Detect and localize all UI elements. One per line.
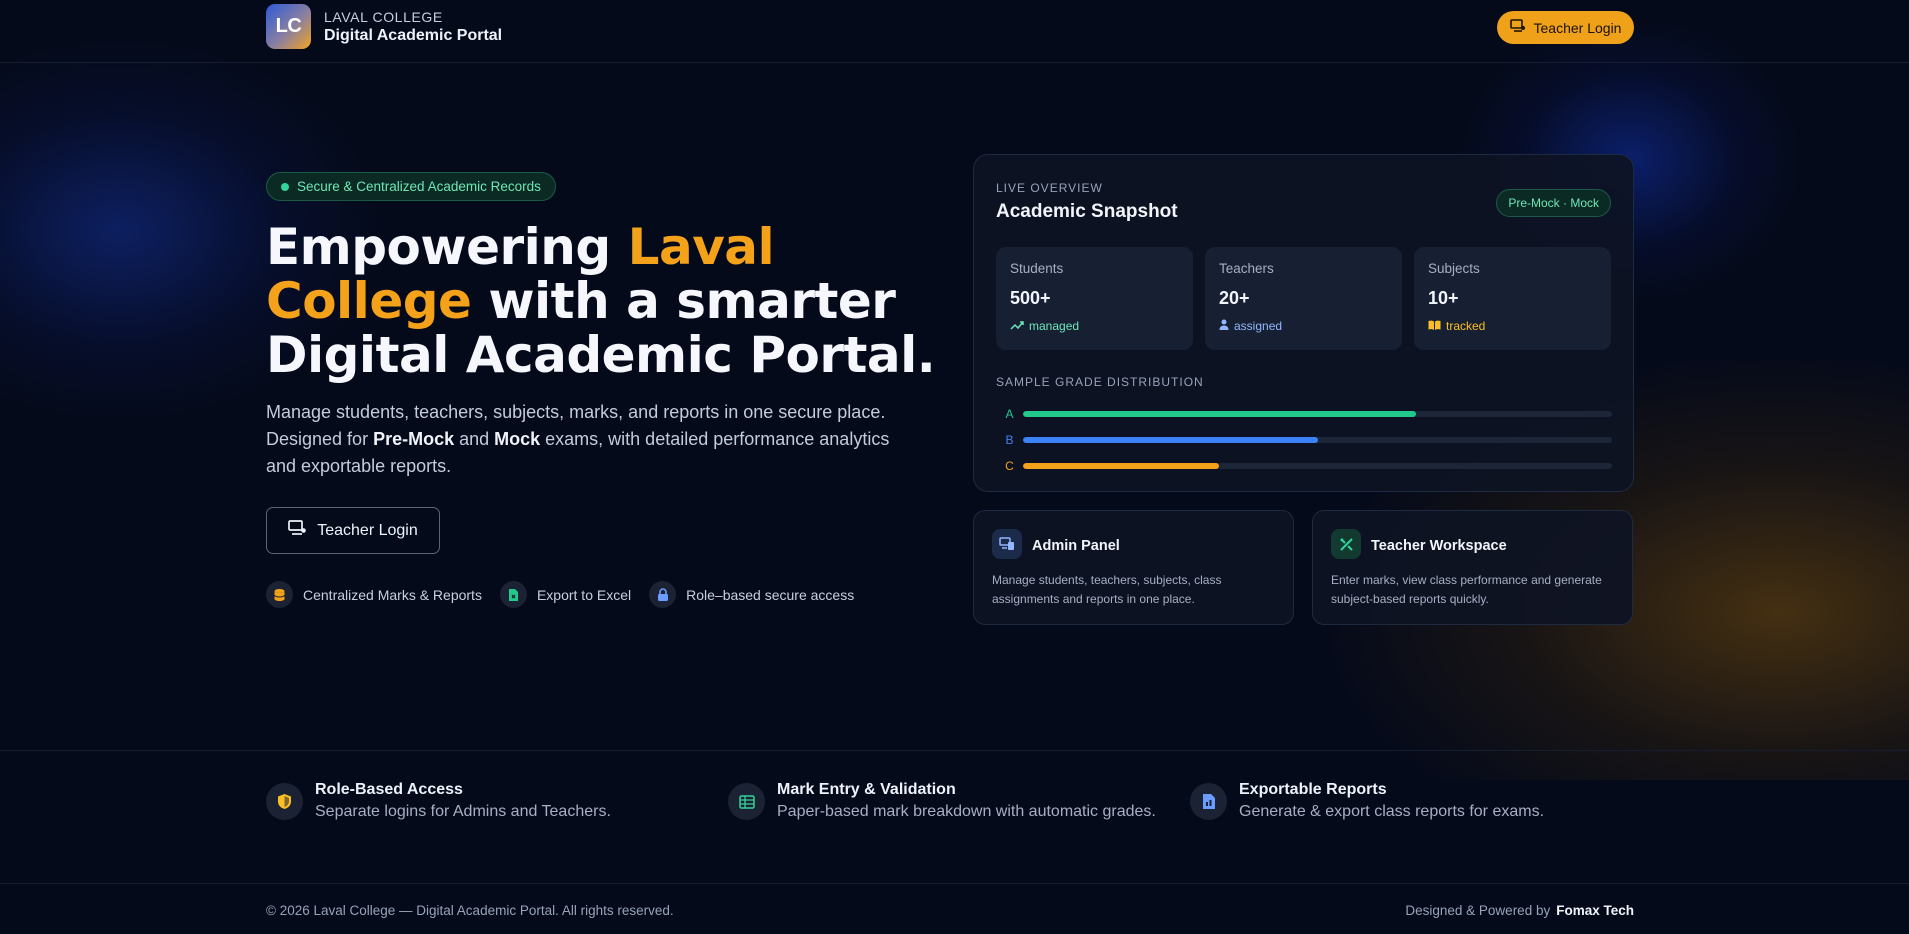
band-description: Generate & export class reports for exam… [1239, 803, 1545, 820]
hero-login-label: Teacher Login [317, 521, 418, 539]
grade-bar-track [1023, 437, 1612, 443]
shield-icon [266, 783, 303, 820]
grade-bar-fill [1023, 437, 1318, 443]
stats-row: Students 500+ managed Teachers 20+ assig… [996, 247, 1611, 350]
grade-distribution-title: SAMPLE GRADE DISTRIBUTION [996, 375, 1204, 389]
band-title: Mark Entry & Validation [777, 781, 956, 798]
hero-desc-mock: Mock [494, 429, 541, 449]
grade-letter: A [1005, 407, 1014, 421]
header-teacher-login-button[interactable]: Teacher Login [1497, 11, 1634, 44]
grade-letter: C [1005, 459, 1014, 473]
band-title: Exportable Reports [1239, 781, 1387, 798]
hero-desc-mid: and [454, 429, 495, 449]
grade-bar-fill [1023, 411, 1416, 417]
panel-title: Teacher Workspace [1371, 538, 1507, 554]
grade-row: B [996, 433, 1612, 447]
feature-secure-access: Role–based secure access [649, 581, 854, 608]
feature-export-excel: Export to Excel [499, 581, 632, 608]
band-item-role-access: Role-Based Access Separate logins for Ad… [266, 781, 611, 821]
site-header: LC LAVAL COLLEGE Digital Academic Portal… [0, 0, 1909, 63]
snapshot-kicker: LIVE OVERVIEW [996, 181, 1103, 195]
excel-file-icon [499, 581, 527, 608]
status-dot-icon [281, 182, 289, 191]
academic-snapshot-card: LIVE OVERVIEW Academic Snapshot Pre-Mock… [973, 154, 1634, 492]
panel-description: Manage students, teachers, subjects, cla… [992, 573, 1222, 606]
stat-sub: assigned [1219, 319, 1388, 333]
grade-letter: B [1005, 433, 1014, 447]
stat-value: 500+ [1010, 288, 1051, 308]
login-icon [288, 520, 307, 541]
band-description: Paper-based mark breakdown with automati… [777, 803, 1156, 820]
stat-sub-label: assigned [1234, 319, 1283, 333]
hero-title: Empowering Laval College with a smarter … [266, 220, 986, 382]
exam-type-badge: Pre-Mock · Mock [1496, 189, 1611, 217]
devices-icon [992, 529, 1022, 559]
college-logo[interactable]: LC [266, 4, 311, 49]
band-title: Role-Based Access [315, 781, 463, 798]
trending-up-icon [1010, 319, 1024, 333]
hero-title-part1: Empowering [266, 218, 628, 276]
band-description: Separate logins for Admins and Teachers. [315, 803, 611, 820]
stat-label: Subjects [1428, 261, 1480, 276]
teacher-workspace-card[interactable]: Teacher Workspace Enter marks, view clas… [1312, 510, 1633, 625]
grade-bar-fill [1023, 463, 1220, 469]
stat-sub-label: managed [1029, 319, 1080, 333]
header-login-label: Teacher Login [1533, 19, 1622, 36]
hero-description: Manage students, teachers, subjects, mar… [266, 399, 916, 480]
footer-powered-by[interactable]: Fomax Tech [1556, 903, 1634, 918]
footer-credits: Designed & Powered by Fomax Tech [1405, 903, 1634, 918]
grade-row: A [996, 407, 1612, 421]
footer-powered-prefix: Designed & Powered by [1405, 903, 1551, 918]
stat-label: Students [1010, 261, 1064, 276]
admin-panel-card[interactable]: Admin Panel Manage students, teachers, s… [973, 510, 1294, 625]
stat-card-subjects: Subjects 10+ tracked [1414, 247, 1611, 350]
user-icon [1219, 319, 1229, 333]
feature-centralized-marks: Centralized Marks & Reports [266, 581, 482, 608]
hero-feature-list: Centralized Marks & Reports Export to Ex… [266, 581, 854, 608]
stat-sub: tracked [1428, 319, 1597, 333]
table-icon [728, 783, 765, 820]
band-item-mark-entry: Mark Entry & Validation Paper-based mark… [728, 781, 1156, 821]
feature-band: Role-Based Access Separate logins for Ad… [0, 750, 1909, 884]
stat-value: 10+ [1428, 288, 1459, 308]
brand-name: LAVAL COLLEGE [324, 9, 443, 25]
footer-copyright: © 2026 Laval College — Digital Academic … [266, 903, 674, 918]
snapshot-title: Academic Snapshot [996, 201, 1178, 222]
panel-description: Enter marks, view class performance and … [1331, 573, 1602, 606]
stat-sub: managed [1010, 319, 1179, 333]
stat-label: Teachers [1219, 261, 1274, 276]
feature-label: Role–based secure access [686, 586, 855, 603]
secure-records-badge: Secure & Centralized Academic Records [266, 172, 556, 201]
stat-card-teachers: Teachers 20+ assigned [1205, 247, 1402, 350]
edit-tools-icon [1331, 529, 1361, 559]
feature-label: Centralized Marks & Reports [303, 586, 482, 603]
book-icon [1428, 319, 1441, 333]
lock-icon [649, 581, 677, 608]
grade-bar-track [1023, 463, 1612, 469]
panel-title: Admin Panel [1032, 538, 1120, 554]
grade-bar-track [1023, 411, 1612, 417]
database-icon [266, 581, 293, 608]
landing-page: LC LAVAL COLLEGE Digital Academic Portal… [0, 0, 1909, 934]
brand-subtitle: Digital Academic Portal [324, 27, 503, 44]
grade-row: C [996, 459, 1612, 473]
stat-value: 20+ [1219, 288, 1250, 308]
hero-teacher-login-button[interactable]: Teacher Login [266, 507, 440, 554]
feature-label: Export to Excel [536, 586, 632, 603]
hero-desc-premock: Pre-Mock [373, 429, 455, 449]
band-item-exportable-reports: Exportable Reports Generate & export cla… [1190, 781, 1544, 821]
login-icon [1509, 19, 1526, 36]
stat-sub-label: tracked [1446, 319, 1486, 333]
file-chart-icon [1190, 783, 1227, 820]
hero-badge-label: Secure & Centralized Academic Records [297, 179, 541, 194]
stat-card-students: Students 500+ managed [996, 247, 1193, 350]
